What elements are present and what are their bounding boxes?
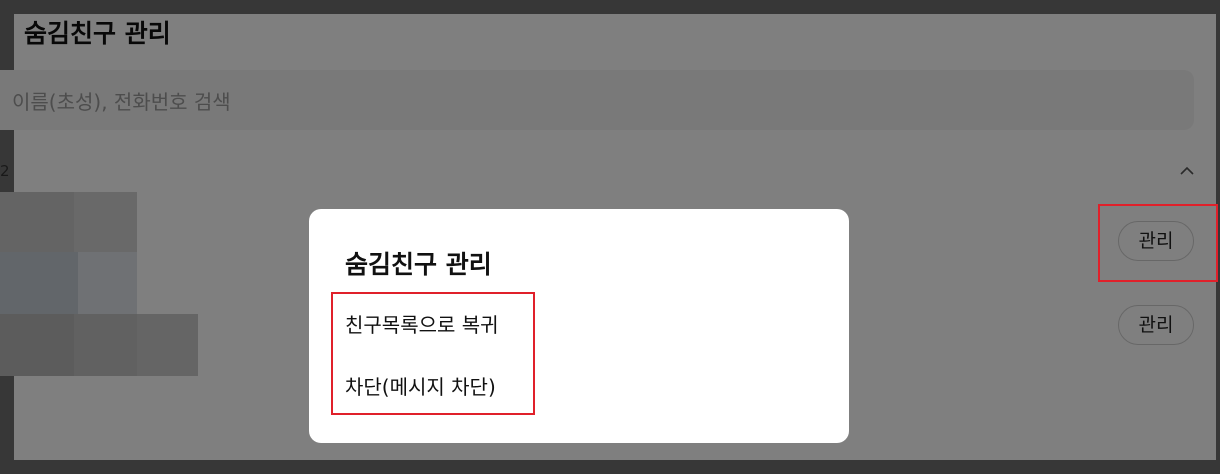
manage-modal: 숨김친구 관리 친구목록으로 복귀 차단(메시지 차단) — [309, 209, 849, 443]
block-option[interactable]: 차단(메시지 차단) — [345, 371, 496, 400]
restore-to-friends-option[interactable]: 친구목록으로 복귀 — [345, 309, 499, 338]
modal-title: 숨김친구 관리 — [345, 250, 492, 279]
page: 숨김친구 관리 이름(초성), 전화번호 검색 2 관리 관리 숨김친구 관리 … — [0, 0, 1220, 474]
